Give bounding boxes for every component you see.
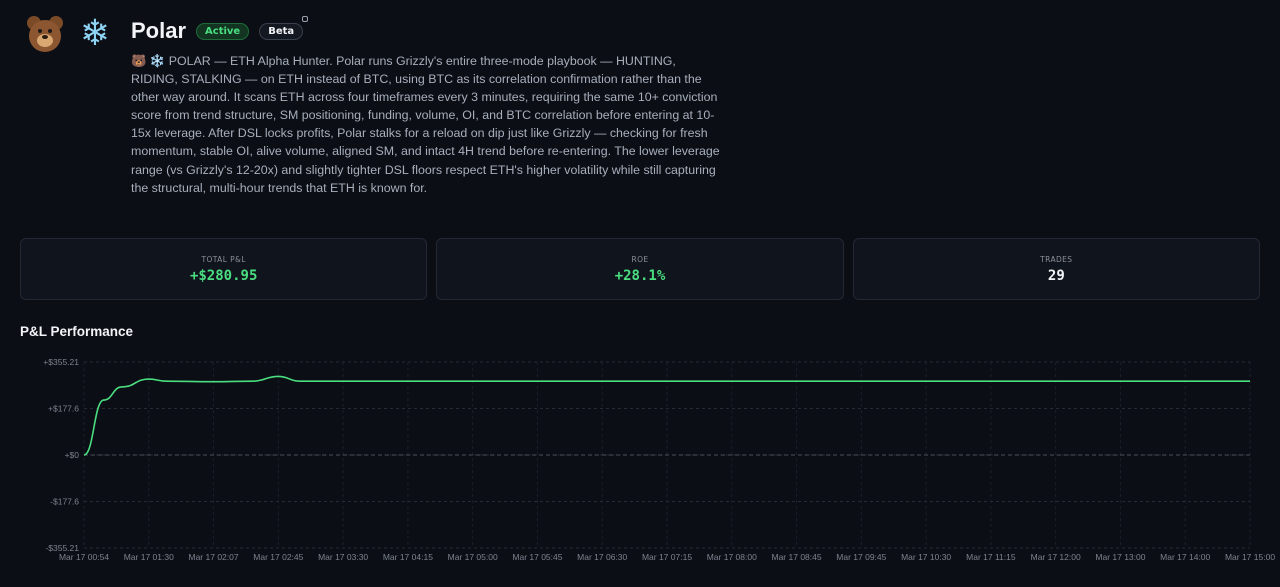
agent-icons: ❄ — [25, 14, 115, 54]
x-tick-label: Mar 17 02:45 — [253, 552, 303, 562]
y-tick-label: +$177.6 — [48, 404, 79, 414]
bear-icon — [25, 14, 65, 54]
x-tick-label: Mar 17 06:30 — [577, 552, 627, 562]
x-tick-label: Mar 17 11:15 — [966, 552, 1016, 562]
x-tick-label: Mar 17 12:00 — [1031, 552, 1081, 562]
x-tick-label: Mar 17 05:45 — [512, 552, 562, 562]
y-tick-label: +$355.21 — [43, 357, 79, 367]
roe-value: +28.1% — [614, 267, 666, 284]
x-tick-label: Mar 17 07:15 — [642, 552, 692, 562]
trades-value: 29 — [1047, 267, 1065, 284]
x-tick-label: Mar 17 08:00 — [707, 552, 757, 562]
x-tick-label: Mar 17 08:45 — [772, 552, 822, 562]
pnl-chart: +$355.21+$177.6+$0-$177.6-$355.21Mar 17 … — [43, 357, 1275, 562]
y-tick-label: -$177.6 — [50, 497, 79, 507]
x-tick-label: Mar 17 04:15 — [383, 552, 433, 562]
x-tick-label: Mar 17 15:00 — [1225, 552, 1275, 562]
y-tick-label: +$0 — [65, 450, 80, 460]
beta-badge: Beta — [259, 15, 309, 40]
x-tick-label: Mar 17 05:00 — [448, 552, 498, 562]
total-pnl-label: TOTAL P&L — [201, 254, 246, 264]
chart-title: P&L Performance — [20, 324, 134, 339]
x-tick-label: Mar 17 00:54 — [59, 552, 109, 562]
x-tick-label: Mar 17 01:30 — [124, 552, 174, 562]
trades-label: TRADES — [1040, 254, 1073, 264]
stats-row: TOTAL P&L +$280.95 ROE +28.1% TRADES 29 — [20, 238, 1260, 300]
agent-description: 🐻 ❄️ POLAR — ETH Alpha Hunter. Polar run… — [131, 54, 720, 195]
x-tick-label: Mar 17 13:00 — [1095, 552, 1145, 562]
x-tick-label: Mar 17 10:30 — [901, 552, 951, 562]
agent-header: ❄ Polar Active Beta 🐻 ❄️ POLAR — ETH Alp… — [20, 12, 1260, 222]
x-tick-label: Mar 17 02:07 — [189, 552, 239, 562]
agent-name: Polar — [131, 18, 187, 43]
roe-card: ROE +28.1% — [436, 238, 844, 300]
link-icon[interactable] — [302, 15, 309, 22]
x-tick-label: Mar 17 14:00 — [1160, 552, 1210, 562]
trades-card: TRADES 29 — [852, 238, 1260, 300]
status-badge: Active — [196, 22, 250, 40]
x-tick-label: Mar 17 09:45 — [836, 552, 886, 562]
snowflake-icon: ❄ — [79, 13, 111, 54]
roe-label: ROE — [631, 254, 649, 264]
total-pnl-value: +$280.95 — [189, 267, 258, 284]
x-tick-label: Mar 17 03:30 — [318, 552, 368, 562]
total-pnl-card: TOTAL P&L +$280.95 — [20, 238, 428, 300]
